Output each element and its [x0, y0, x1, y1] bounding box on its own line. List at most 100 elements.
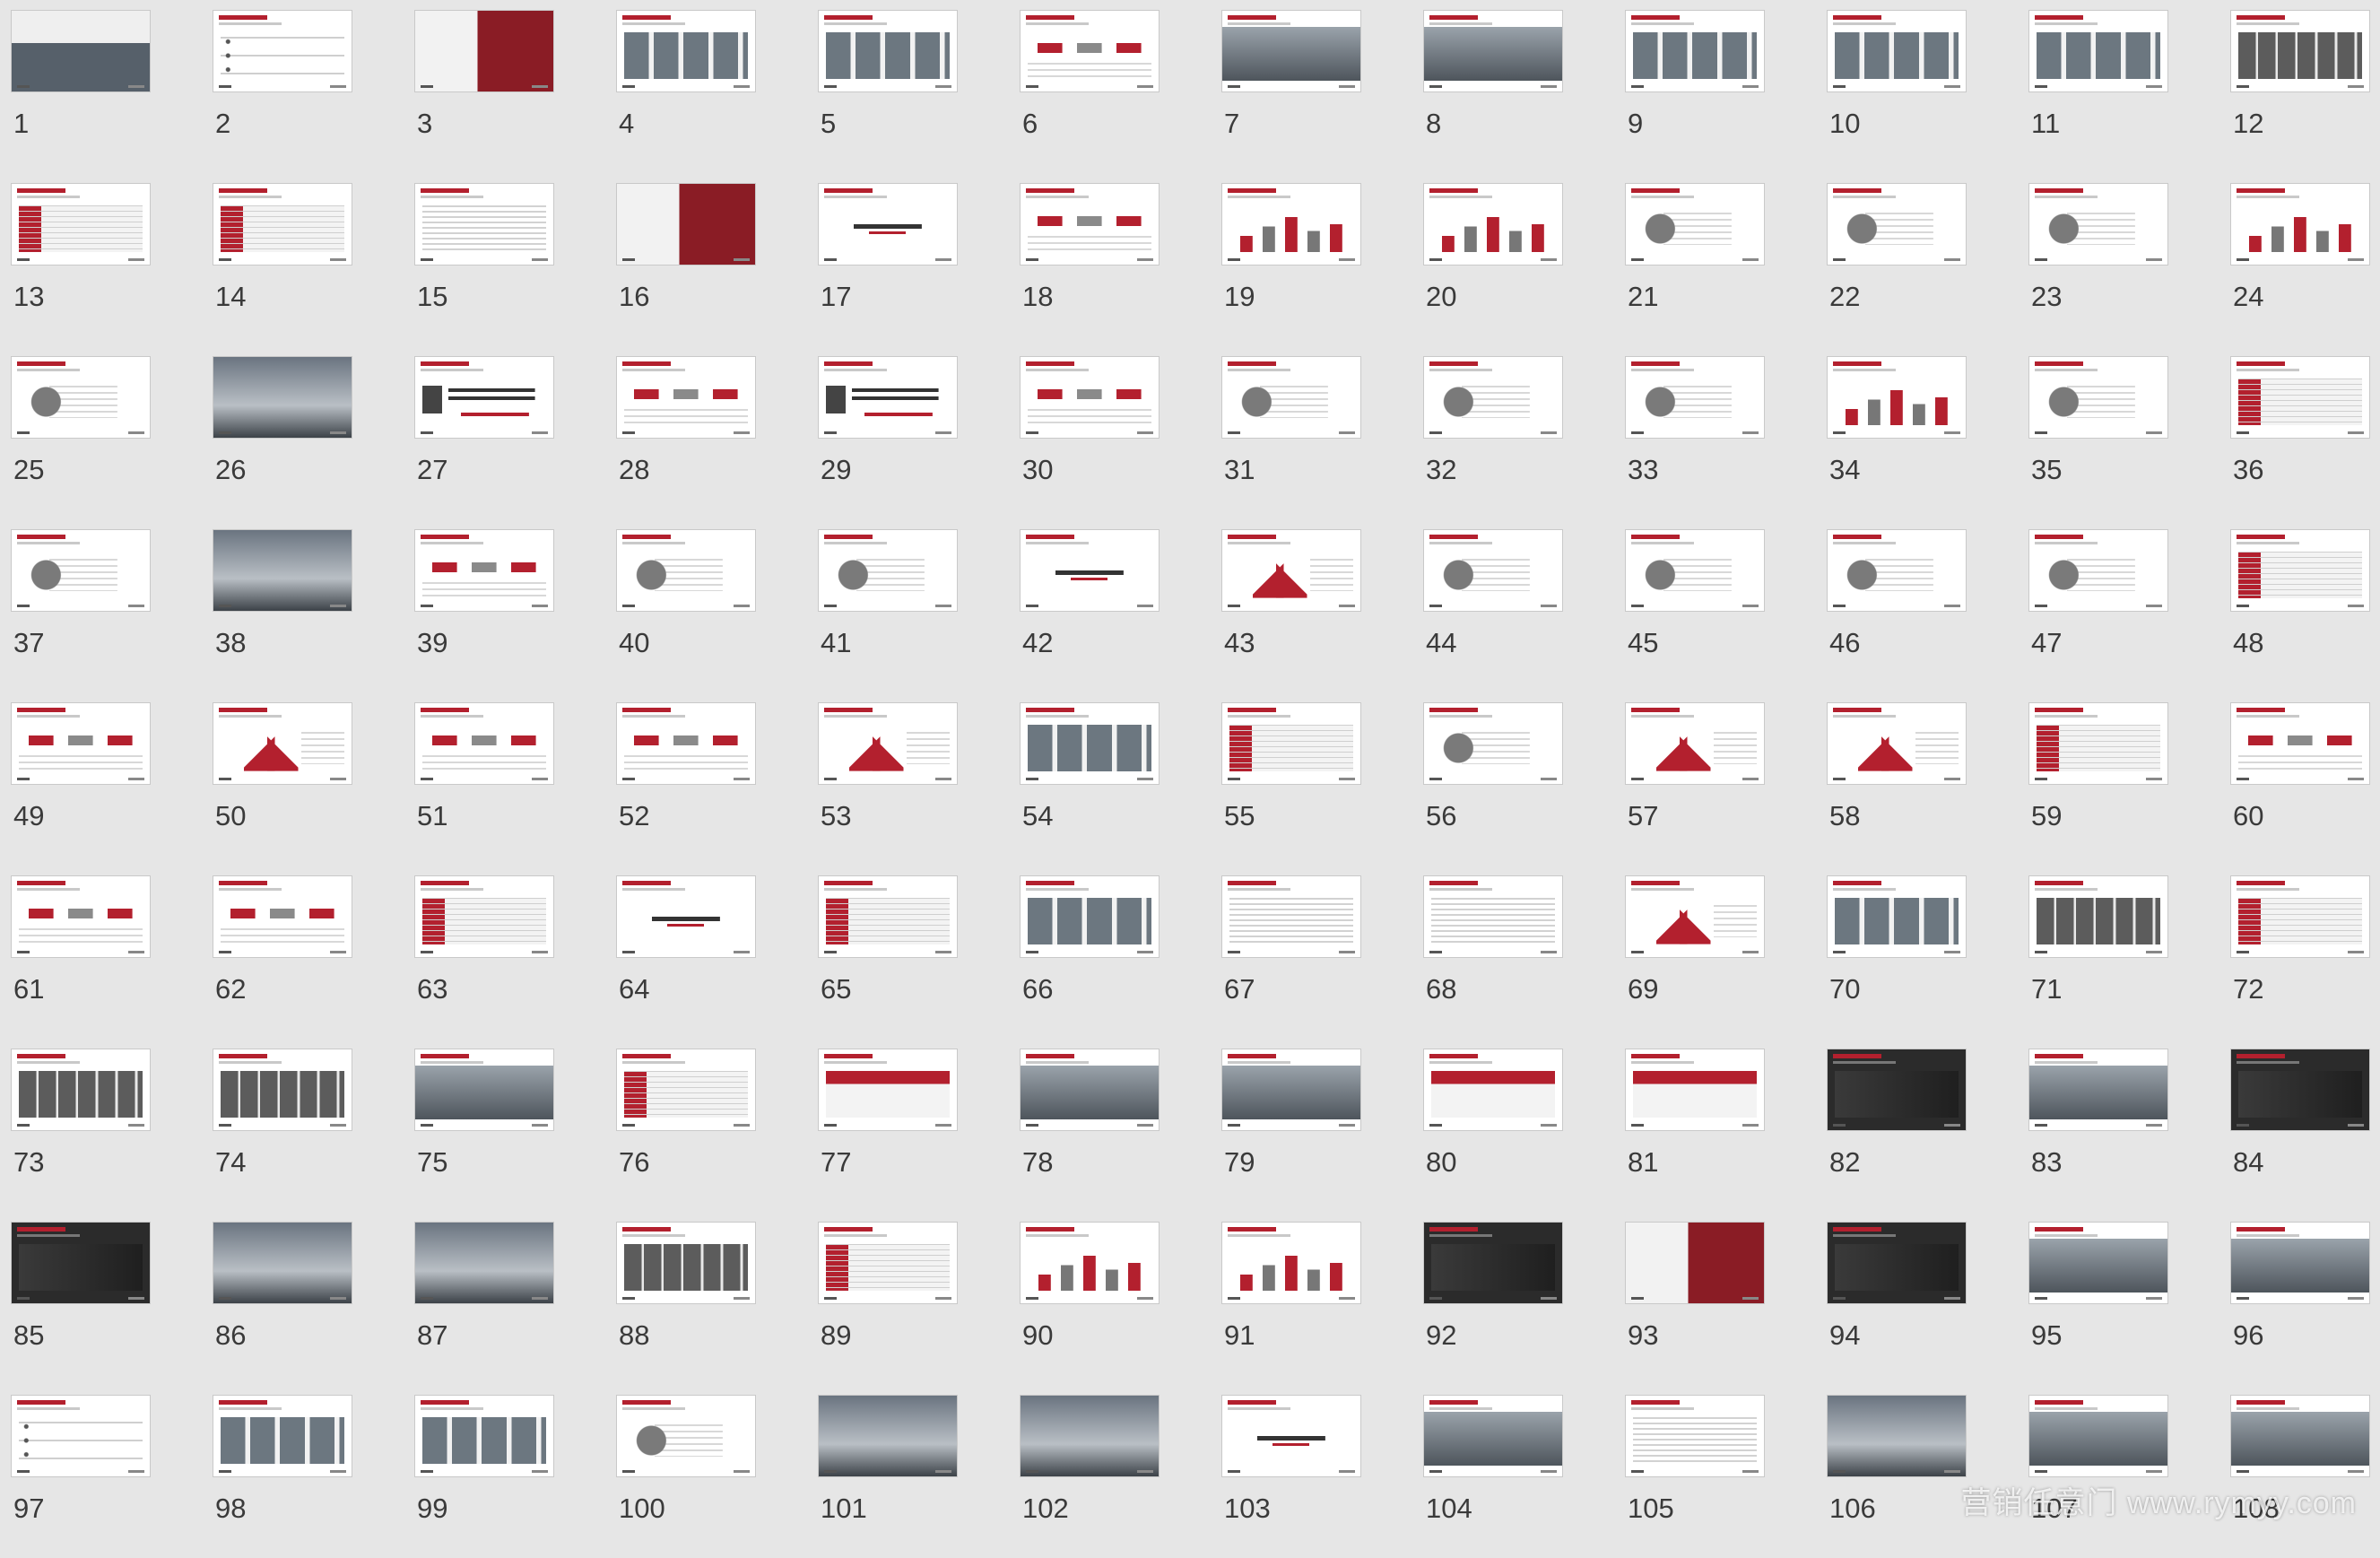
slide-thumbnail[interactable]: 23	[2029, 184, 2167, 346]
slide-preview[interactable]	[415, 357, 553, 438]
slide-preview[interactable]	[1828, 876, 1966, 957]
slide-preview[interactable]	[617, 876, 755, 957]
slide-thumbnail[interactable]: 7	[1222, 11, 1360, 173]
slide-preview[interactable]	[2231, 1396, 2369, 1476]
slide-thumbnail[interactable]: 106	[1828, 1396, 1966, 1558]
slide-preview[interactable]	[617, 530, 755, 611]
slide-thumbnail[interactable]: 81	[1626, 1049, 1764, 1212]
slide-preview[interactable]	[1222, 703, 1360, 784]
slide-thumbnail[interactable]: 103	[1222, 1396, 1360, 1558]
slide-thumbnail[interactable]: 77	[819, 1049, 957, 1212]
slide-preview[interactable]	[1626, 184, 1764, 265]
slide-thumbnail[interactable]: 76	[617, 1049, 755, 1212]
slide-preview[interactable]	[1021, 876, 1159, 957]
slide-preview[interactable]	[12, 11, 150, 91]
slide-thumbnail[interactable]: 10	[1828, 11, 1966, 173]
slide-thumbnail[interactable]: 58	[1828, 703, 1966, 866]
slide-preview[interactable]	[1424, 1049, 1562, 1130]
slide-preview[interactable]	[617, 1223, 755, 1303]
slide-thumbnail[interactable]: 54	[1021, 703, 1159, 866]
slide-thumbnail[interactable]: 61	[12, 876, 150, 1039]
slide-thumbnail[interactable]: 101	[819, 1396, 957, 1558]
slide-preview[interactable]	[1021, 1396, 1159, 1476]
slide-thumbnail[interactable]: 55	[1222, 703, 1360, 866]
slide-preview[interactable]	[415, 184, 553, 265]
slide-thumbnail[interactable]: 35	[2029, 357, 2167, 519]
slide-preview[interactable]	[2029, 184, 2167, 265]
slide-thumbnail[interactable]: 33	[1626, 357, 1764, 519]
slide-preview[interactable]	[1828, 1223, 1966, 1303]
slide-thumbnail[interactable]: 87	[415, 1223, 553, 1385]
slide-preview[interactable]	[12, 1049, 150, 1130]
slide-thumbnail[interactable]: 28	[617, 357, 755, 519]
slide-preview[interactable]	[2231, 11, 2369, 91]
slide-preview[interactable]	[1828, 11, 1966, 91]
slide-preview[interactable]	[415, 1049, 553, 1130]
slide-thumbnail[interactable]: 31	[1222, 357, 1360, 519]
slide-thumbnail[interactable]: 105	[1626, 1396, 1764, 1558]
slide-preview[interactable]	[617, 184, 755, 265]
slide-preview[interactable]	[1626, 1396, 1764, 1476]
slide-preview[interactable]	[2231, 703, 2369, 784]
slide-thumbnail[interactable]: 96	[2231, 1223, 2369, 1385]
slide-preview[interactable]	[1021, 703, 1159, 784]
slide-preview[interactable]	[1021, 1049, 1159, 1130]
slide-preview[interactable]	[2029, 1049, 2167, 1130]
slide-thumbnail[interactable]: 48	[2231, 530, 2369, 692]
slide-thumbnail[interactable]: 83	[2029, 1049, 2167, 1212]
slide-thumbnail[interactable]: 19	[1222, 184, 1360, 346]
slide-thumbnail[interactable]: 9	[1626, 11, 1764, 173]
slide-preview[interactable]	[12, 357, 150, 438]
slide-thumbnail[interactable]: 80	[1424, 1049, 1562, 1212]
slide-preview[interactable]	[213, 703, 352, 784]
slide-preview[interactable]	[12, 876, 150, 957]
slide-preview[interactable]	[2029, 11, 2167, 91]
slide-thumbnail[interactable]: 84	[2231, 1049, 2369, 1212]
slide-thumbnail[interactable]: 97	[12, 1396, 150, 1558]
slide-thumbnail[interactable]: 44	[1424, 530, 1562, 692]
slide-preview[interactable]	[819, 530, 957, 611]
slide-preview[interactable]	[415, 1396, 553, 1476]
slide-thumbnail[interactable]: 92	[1424, 1223, 1562, 1385]
slide-preview[interactable]	[1626, 1049, 1764, 1130]
slide-thumbnail[interactable]: 29	[819, 357, 957, 519]
slide-preview[interactable]	[1424, 703, 1562, 784]
slide-thumbnail[interactable]: 93	[1626, 1223, 1764, 1385]
slide-thumbnail[interactable]: 34	[1828, 357, 1966, 519]
slide-preview[interactable]	[617, 703, 755, 784]
slide-preview[interactable]	[1424, 1396, 1562, 1476]
slide-preview[interactable]	[1626, 1223, 1764, 1303]
slide-thumbnail[interactable]: 65	[819, 876, 957, 1039]
slide-preview[interactable]	[415, 876, 553, 957]
slide-thumbnail[interactable]: 57	[1626, 703, 1764, 866]
slide-preview[interactable]	[1626, 530, 1764, 611]
slide-thumbnail[interactable]: 36	[2231, 357, 2369, 519]
slide-thumbnail[interactable]: 51	[415, 703, 553, 866]
slide-preview[interactable]	[415, 703, 553, 784]
slide-preview[interactable]	[415, 1223, 553, 1303]
slide-thumbnail[interactable]: 53	[819, 703, 957, 866]
slide-preview[interactable]	[1828, 530, 1966, 611]
slide-preview[interactable]	[1222, 530, 1360, 611]
slide-thumbnail[interactable]: 39	[415, 530, 553, 692]
slide-preview[interactable]	[1222, 876, 1360, 957]
slide-thumbnail[interactable]: 98	[213, 1396, 352, 1558]
slide-preview[interactable]	[1626, 876, 1764, 957]
slide-thumbnail[interactable]: 21	[1626, 184, 1764, 346]
slide-preview[interactable]	[12, 530, 150, 611]
slide-preview[interactable]	[12, 1396, 150, 1476]
slide-thumbnail[interactable]: 46	[1828, 530, 1966, 692]
slide-preview[interactable]	[1626, 703, 1764, 784]
slide-thumbnail[interactable]: 42	[1021, 530, 1159, 692]
slide-thumbnail[interactable]: 64	[617, 876, 755, 1039]
slide-thumbnail[interactable]: 32	[1424, 357, 1562, 519]
slide-thumbnail[interactable]: 18	[1021, 184, 1159, 346]
slide-thumbnail[interactable]: 73	[12, 1049, 150, 1212]
slide-thumbnail[interactable]: 6	[1021, 11, 1159, 173]
slide-preview[interactable]	[2231, 1049, 2369, 1130]
slide-thumbnail[interactable]: 89	[819, 1223, 957, 1385]
slide-preview[interactable]	[2231, 876, 2369, 957]
slide-thumbnail[interactable]: 71	[2029, 876, 2167, 1039]
slide-preview[interactable]	[819, 1049, 957, 1130]
slide-thumbnail[interactable]: 72	[2231, 876, 2369, 1039]
